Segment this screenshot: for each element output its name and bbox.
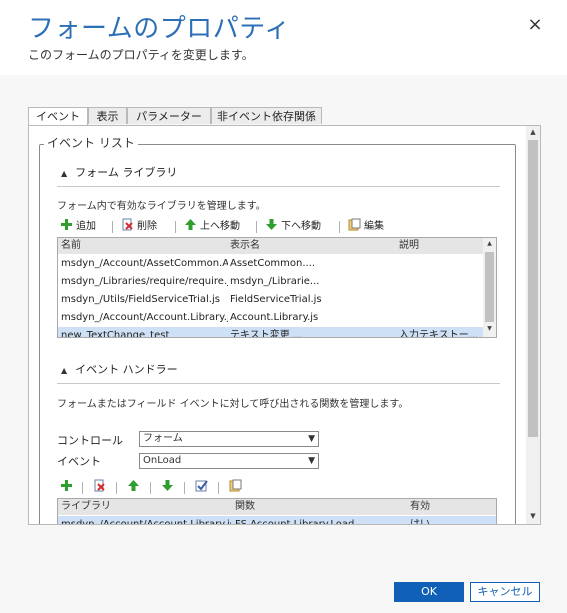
form-library-grid: 名前 表示名 説明 msdyn_/Account/AssetCommon.A..… xyxy=(57,237,497,338)
grid-header: ライブラリ 関数 有効 xyxy=(58,499,496,515)
panel-scrollbar[interactable]: ▲ ▼ xyxy=(526,126,540,524)
chevron-down-icon: ▼ xyxy=(308,434,315,444)
remove-library-button[interactable]: 削除 xyxy=(121,218,157,236)
tab-display[interactable]: 表示 xyxy=(88,107,127,124)
scroll-up-icon[interactable]: ▲ xyxy=(528,128,538,136)
edit-library-button[interactable]: 編集 xyxy=(348,218,384,236)
scrollbar-thumb[interactable] xyxy=(485,252,494,322)
table-row[interactable]: msdyn_/Account/Account.Library.js Accoun… xyxy=(58,309,483,327)
form-library-title: フォーム ライブラリ xyxy=(75,166,178,179)
column-header-description[interactable]: 説明 xyxy=(399,238,481,254)
collapse-triangle-icon[interactable]: ▲ xyxy=(61,169,67,178)
column-header-library[interactable]: ライブラリ xyxy=(61,499,231,515)
event-handlers-grid: ライブラリ 関数 有効 msdyn_/Account/Account.Libra… xyxy=(57,498,497,524)
move-down-button[interactable]: 下へ移動 xyxy=(265,218,321,236)
edit-icon xyxy=(229,479,242,492)
add-handler-button[interactable] xyxy=(60,479,76,497)
ok-button[interactable]: OK xyxy=(394,582,464,602)
table-row[interactable]: msdyn_/Account/AssetCommon.A... AssetCom… xyxy=(58,255,483,273)
tab-parameters[interactable]: パラメーター xyxy=(127,107,211,124)
edit-handler-button[interactable] xyxy=(229,479,245,497)
cancel-button[interactable]: キャンセル xyxy=(470,582,540,602)
event-select[interactable]: OnLoad ▼ xyxy=(139,453,319,469)
table-row[interactable]: msdyn_/Utils/FieldServiceTrial.js FieldS… xyxy=(58,291,483,309)
form-library-description: フォーム内で有効なライブラリを管理します。 xyxy=(57,201,266,212)
column-header-enabled[interactable]: 有効 xyxy=(410,499,490,515)
toolbar-divider xyxy=(256,221,257,233)
column-header-name[interactable]: 名前 xyxy=(61,238,226,254)
handler-properties-button[interactable] xyxy=(195,479,211,497)
table-row-selected[interactable]: msdyn_/Account/Account.Library.js FS.Acc… xyxy=(58,516,496,524)
delete-icon xyxy=(122,218,133,231)
scroll-up-icon[interactable]: ▲ xyxy=(483,240,496,247)
scroll-down-icon[interactable]: ▼ xyxy=(528,512,538,520)
toolbar-divider xyxy=(218,482,219,494)
event-label: イベント xyxy=(57,455,101,468)
grid-scrollbar[interactable]: ▲ ▼ xyxy=(483,238,496,337)
control-select[interactable]: フォーム ▼ xyxy=(139,431,319,447)
move-up-button[interactable]: 上へ移動 xyxy=(184,218,240,236)
scroll-down-icon[interactable]: ▼ xyxy=(483,325,496,332)
event-handlers-description: フォームまたはフィールド イベントに対して呼び出される関数を管理します。 xyxy=(57,399,409,410)
column-header-display-name[interactable]: 表示名 xyxy=(230,238,395,254)
tab-non-event-dependencies[interactable]: 非イベント依存関係 xyxy=(211,107,322,124)
arrow-up-icon xyxy=(185,219,196,230)
column-header-function[interactable]: 関数 xyxy=(235,499,405,515)
dialog-subtitle: このフォームのプロパティを変更します。 xyxy=(28,48,254,62)
grid-header: 名前 表示名 説明 xyxy=(58,238,483,254)
move-down-handler-button[interactable] xyxy=(161,479,177,497)
close-icon[interactable]: × xyxy=(526,16,544,34)
toolbar-divider xyxy=(112,221,113,233)
plus-icon xyxy=(61,219,72,230)
table-row-selected[interactable]: new_TextChange_test テキスト変更 ... 入力テキストー..… xyxy=(58,327,483,337)
toolbar-divider xyxy=(82,482,83,494)
divider xyxy=(57,383,500,384)
event-handlers-toolbar xyxy=(57,479,500,497)
toolbar-divider xyxy=(116,482,117,494)
toolbar-divider xyxy=(175,221,176,233)
form-properties-dialog: フォームのプロパティ このフォームのプロパティを変更します。 × イベント 表示… xyxy=(0,0,567,613)
scrollbar-thumb[interactable] xyxy=(528,140,538,437)
add-library-button[interactable]: 追加 xyxy=(60,218,96,236)
event-list-legend: イベント リスト xyxy=(44,134,138,151)
form-library-toolbar: 追加 削除 上へ移動 下へ移動 編集 xyxy=(57,218,500,236)
toolbar-divider xyxy=(150,482,151,494)
events-content: イベント リスト ▲ フォーム ライブラリ フォーム内で有効なライブラリを管理しま… xyxy=(29,126,526,524)
arrow-down-icon xyxy=(266,219,277,230)
event-handlers-title: イベント ハンドラー xyxy=(75,363,178,376)
table-row[interactable]: msdyn_/Libraries/require/require.js msdy… xyxy=(58,273,483,291)
tab-events[interactable]: イベント xyxy=(28,107,88,126)
toolbar-divider xyxy=(339,221,340,233)
event-handlers-header[interactable]: ▲ イベント ハンドラー xyxy=(61,361,178,377)
divider xyxy=(57,186,500,187)
move-up-handler-button[interactable] xyxy=(127,479,143,497)
remove-handler-button[interactable] xyxy=(93,479,109,497)
edit-icon xyxy=(348,218,361,231)
tab-panel-events: イベント リスト ▲ フォーム ライブラリ フォーム内で有効なライブラリを管理しま… xyxy=(28,125,541,525)
toolbar-divider xyxy=(184,482,185,494)
arrow-up-icon xyxy=(128,480,139,491)
dialog-title: フォームのプロパティ xyxy=(28,14,291,44)
chevron-down-icon: ▼ xyxy=(308,456,315,466)
plus-icon xyxy=(61,480,72,491)
form-library-header[interactable]: ▲ フォーム ライブラリ xyxy=(61,164,177,180)
arrow-down-icon xyxy=(162,480,173,491)
collapse-triangle-icon[interactable]: ▲ xyxy=(61,366,67,375)
delete-icon xyxy=(94,479,105,492)
properties-icon xyxy=(195,480,208,492)
control-label: コントロール xyxy=(57,434,123,447)
